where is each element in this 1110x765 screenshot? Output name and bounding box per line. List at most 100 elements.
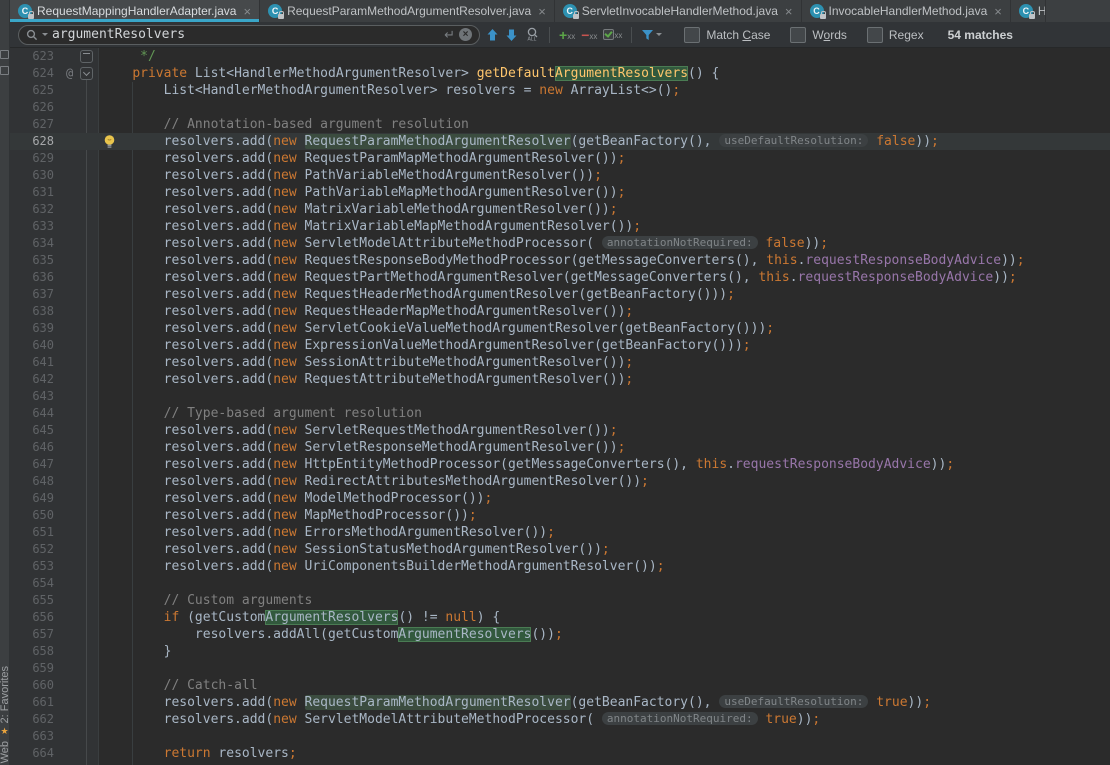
code-line[interactable]: 631 resolvers.add(new PathVariableMapMet…	[10, 184, 1110, 201]
code-line[interactable]: 627 // Annotation-based argument resolut…	[10, 116, 1110, 133]
line-number[interactable]: 645	[10, 422, 54, 439]
fold-marker[interactable]	[80, 50, 93, 63]
code-line[interactable]: 652 resolvers.add(new SessionStatusMetho…	[10, 541, 1110, 558]
code-line[interactable]: 656 if (getCustomArgumentResolvers() != …	[10, 609, 1110, 626]
gutter[interactable]: 644	[10, 405, 99, 422]
code-line[interactable]: 640 resolvers.add(new ExpressionValueMet…	[10, 337, 1110, 354]
close-icon[interactable]: ×	[243, 5, 251, 18]
line-number[interactable]: 633	[10, 218, 54, 235]
line-number[interactable]: 624	[10, 65, 54, 82]
line-number[interactable]: 630	[10, 167, 54, 184]
line-number[interactable]: 647	[10, 456, 54, 473]
code-line[interactable]: 646 resolvers.add(new ServletResponseMet…	[10, 439, 1110, 456]
close-icon[interactable]: ×	[538, 5, 546, 18]
code-line[interactable]: 654	[10, 575, 1110, 592]
line-number[interactable]: 631	[10, 184, 54, 201]
code-line[interactable]: 663	[10, 728, 1110, 745]
line-number[interactable]: 634	[10, 235, 54, 252]
code-line[interactable]: 659	[10, 660, 1110, 677]
gutter[interactable]: 634	[10, 235, 99, 252]
gutter[interactable]: 664	[10, 745, 99, 762]
gutter[interactable]: 657	[10, 626, 99, 643]
code-line[interactable]: 661 resolvers.add(new RequestParamMethod…	[10, 694, 1110, 711]
editor[interactable]: 623 */624@ private List<HandlerMethodArg…	[10, 48, 1110, 765]
code-line[interactable]: 651 resolvers.add(new ErrorsMethodArgume…	[10, 524, 1110, 541]
previous-occurrence-button[interactable]	[486, 28, 499, 42]
line-number[interactable]: 625	[10, 82, 54, 99]
filter-search-results-button[interactable]	[641, 29, 662, 41]
tool-window-icon[interactable]	[0, 66, 9, 75]
line-number[interactable]: 654	[10, 575, 54, 592]
gutter[interactable]: 658	[10, 643, 99, 660]
checkbox[interactable]	[867, 27, 883, 43]
find-all-occurrences-button[interactable]: ALL	[524, 27, 540, 42]
code-line[interactable]: 639 resolvers.add(new ServletCookieValue…	[10, 320, 1110, 337]
find-option-words[interactable]: Words	[790, 27, 846, 43]
clear-search-icon[interactable]: ×	[459, 28, 472, 41]
gutter[interactable]: 624@	[10, 65, 99, 82]
line-number[interactable]: 653	[10, 558, 54, 575]
gutter[interactable]: 661	[10, 694, 99, 711]
code-line[interactable]: 630 resolvers.add(new PathVariableMethod…	[10, 167, 1110, 184]
gutter[interactable]: 642	[10, 371, 99, 388]
code-line[interactable]: 624@ private List<HandlerMethodArgumentR…	[10, 65, 1110, 82]
gutter[interactable]: 623	[10, 48, 99, 65]
line-number[interactable]: 629	[10, 150, 54, 167]
gutter[interactable]: 641	[10, 354, 99, 371]
line-number[interactable]: 655	[10, 592, 54, 609]
tool-window-button-web[interactable]: Web	[0, 741, 11, 763]
line-number[interactable]: 639	[10, 320, 54, 337]
line-number[interactable]: 664	[10, 745, 54, 762]
line-number[interactable]: 626	[10, 99, 54, 116]
editor-tab[interactable]: CH	[1011, 0, 1046, 22]
code-line[interactable]: 657 resolvers.addAll(getCustomArgumentRe…	[10, 626, 1110, 643]
gutter[interactable]: 637	[10, 286, 99, 303]
gutter[interactable]: 654	[10, 575, 99, 592]
editor-tab[interactable]: CRequestParamMethodArgumentResolver.java…	[260, 0, 555, 22]
code-line[interactable]: 636 resolvers.add(new RequestPartMethodA…	[10, 269, 1110, 286]
line-number[interactable]: 648	[10, 473, 54, 490]
code-line[interactable]: 626	[10, 99, 1110, 116]
code-line[interactable]: 625 List<HandlerMethodArgumentResolver> …	[10, 82, 1110, 99]
editor-tab[interactable]: CServletInvocableHandlerMethod.java×	[555, 0, 802, 22]
gutter[interactable]: 632	[10, 201, 99, 218]
gutter[interactable]: 662	[10, 711, 99, 728]
select-all-occurrences-button[interactable]: xx	[603, 29, 622, 40]
code-line[interactable]: 642 resolvers.add(new RequestAttributeMe…	[10, 371, 1110, 388]
code-line[interactable]: 623 */	[10, 48, 1110, 65]
gutter[interactable]: 645	[10, 422, 99, 439]
editor-tab[interactable]: CRequestMappingHandlerAdapter.java×	[10, 0, 260, 22]
find-option-match-case[interactable]: Match Case	[684, 27, 770, 43]
gutter[interactable]: 631	[10, 184, 99, 201]
line-number[interactable]: 659	[10, 660, 54, 677]
line-number[interactable]: 638	[10, 303, 54, 320]
find-option-regex[interactable]: Regex	[867, 27, 924, 43]
line-number[interactable]: 628	[10, 133, 54, 150]
line-number[interactable]: 642	[10, 371, 54, 388]
line-number[interactable]: 662	[10, 711, 54, 728]
gutter[interactable]: 655	[10, 592, 99, 609]
line-number[interactable]: 650	[10, 507, 54, 524]
gutter[interactable]: 633	[10, 218, 99, 235]
code-line[interactable]: 638 resolvers.add(new RequestHeaderMapMe…	[10, 303, 1110, 320]
gutter[interactable]: 646	[10, 439, 99, 456]
code-line[interactable]: 662 resolvers.add(new ServletModelAttrib…	[10, 711, 1110, 728]
gutter[interactable]: 648	[10, 473, 99, 490]
line-number[interactable]: 657	[10, 626, 54, 643]
gutter[interactable]: 635	[10, 252, 99, 269]
gutter[interactable]: 652	[10, 541, 99, 558]
tool-window-button-favorites[interactable]: 2: Favorites★	[0, 666, 11, 735]
line-number[interactable]: 640	[10, 337, 54, 354]
code-line[interactable]: 650 resolvers.add(new MapMethodProcessor…	[10, 507, 1110, 524]
tool-window-icon[interactable]	[0, 50, 9, 59]
line-number[interactable]: 635	[10, 252, 54, 269]
code-line[interactable]: 637 resolvers.add(new RequestHeaderMetho…	[10, 286, 1110, 303]
code-line[interactable]: 634 resolvers.add(new ServletModelAttrib…	[10, 235, 1110, 252]
gutter[interactable]: 653	[10, 558, 99, 575]
gutter[interactable]: 627	[10, 116, 99, 133]
gutter[interactable]: 639	[10, 320, 99, 337]
line-number[interactable]: 661	[10, 694, 54, 711]
gutter[interactable]: 626	[10, 99, 99, 116]
line-number[interactable]: 632	[10, 201, 54, 218]
code-line[interactable]: 664 return resolvers;	[10, 745, 1110, 762]
